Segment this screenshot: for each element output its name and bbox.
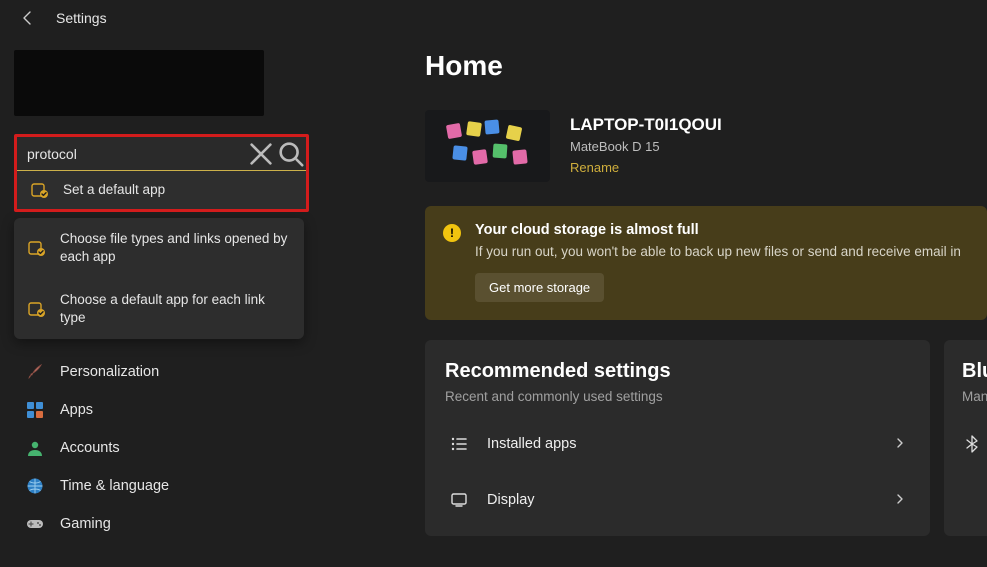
cloud-storage-alert: ! Your cloud storage is almost full If y…: [425, 206, 987, 320]
alert-title: Your cloud storage is almost full: [475, 222, 961, 238]
search-result-label: Choose file types and links opened by ea…: [60, 230, 290, 266]
search-icon[interactable]: [276, 139, 306, 169]
card-title: Blu: [962, 360, 987, 383]
search-input[interactable]: [17, 146, 246, 162]
gamepad-icon: [26, 515, 44, 533]
bluetooth-card: Blu Man: [944, 340, 987, 536]
rec-item-label: Installed apps: [487, 436, 876, 452]
device-name: LAPTOP-T0I1QOUI: [570, 115, 722, 135]
profile-placeholder: [14, 50, 264, 116]
chevron-right-icon: [894, 492, 906, 508]
search-results-panel: Choose file types and links opened by ea…: [14, 218, 304, 339]
list-icon: [449, 434, 469, 454]
brush-icon: [26, 363, 44, 381]
sidebar-item-gaming[interactable]: Gaming: [14, 505, 304, 543]
search-result-label: Set a default app: [63, 181, 165, 199]
search-result-set-default-app[interactable]: Set a default app: [17, 171, 306, 209]
back-icon[interactable]: [20, 10, 36, 26]
person-icon: [26, 439, 44, 457]
sidebar-item-label: Personalization: [60, 364, 159, 380]
device-model: MateBook D 15: [570, 139, 722, 154]
sidebar-item-accounts[interactable]: Accounts: [14, 429, 304, 467]
page-title: Home: [425, 50, 987, 82]
default-app-icon: [28, 239, 46, 257]
rec-item-display[interactable]: Display: [445, 472, 910, 528]
sidebar-item-apps[interactable]: Apps: [14, 391, 304, 429]
display-icon: [449, 490, 469, 510]
device-thumbnail: [425, 110, 550, 182]
chevron-right-icon: [894, 436, 906, 452]
recommended-settings-card: Recommended settings Recent and commonly…: [425, 340, 930, 536]
rec-item-installed-apps[interactable]: Installed apps: [445, 416, 910, 472]
sidebar-item-label: Apps: [60, 402, 93, 418]
search-highlight: Set a default app: [14, 134, 309, 212]
sidebar-item-label: Accounts: [60, 440, 120, 456]
rename-link[interactable]: Rename: [570, 160, 619, 175]
settings-title: Settings: [56, 10, 107, 26]
alert-text: If you run out, you won't be able to bac…: [475, 244, 961, 259]
sidebar-item-label: Gaming: [60, 516, 111, 532]
search-result-link-type[interactable]: Choose a default app for each link type: [14, 279, 304, 339]
card-subtitle: Recent and commonly used settings: [445, 389, 910, 404]
get-storage-button[interactable]: Get more storage: [475, 273, 604, 302]
card-subtitle: Man: [962, 389, 987, 404]
default-app-icon: [28, 300, 46, 318]
default-app-icon: [31, 181, 49, 199]
card-title: Recommended settings: [445, 360, 910, 383]
side-item[interactable]: [962, 416, 987, 472]
sidebar-item-personalization[interactable]: Personalization: [14, 353, 304, 391]
sidebar: Personalization Apps Accounts Time & lan…: [14, 353, 304, 543]
clear-icon[interactable]: [246, 139, 276, 169]
bluetooth-icon: [962, 434, 982, 454]
warning-icon: !: [443, 224, 461, 242]
apps-icon: [26, 401, 44, 419]
sidebar-item-label: Time & language: [60, 478, 169, 494]
globe-icon: [26, 477, 44, 495]
rec-item-label: Display: [487, 492, 876, 508]
search-result-file-types[interactable]: Choose file types and links opened by ea…: [14, 218, 304, 278]
sidebar-item-time-language[interactable]: Time & language: [14, 467, 304, 505]
search-result-label: Choose a default app for each link type: [60, 291, 290, 327]
